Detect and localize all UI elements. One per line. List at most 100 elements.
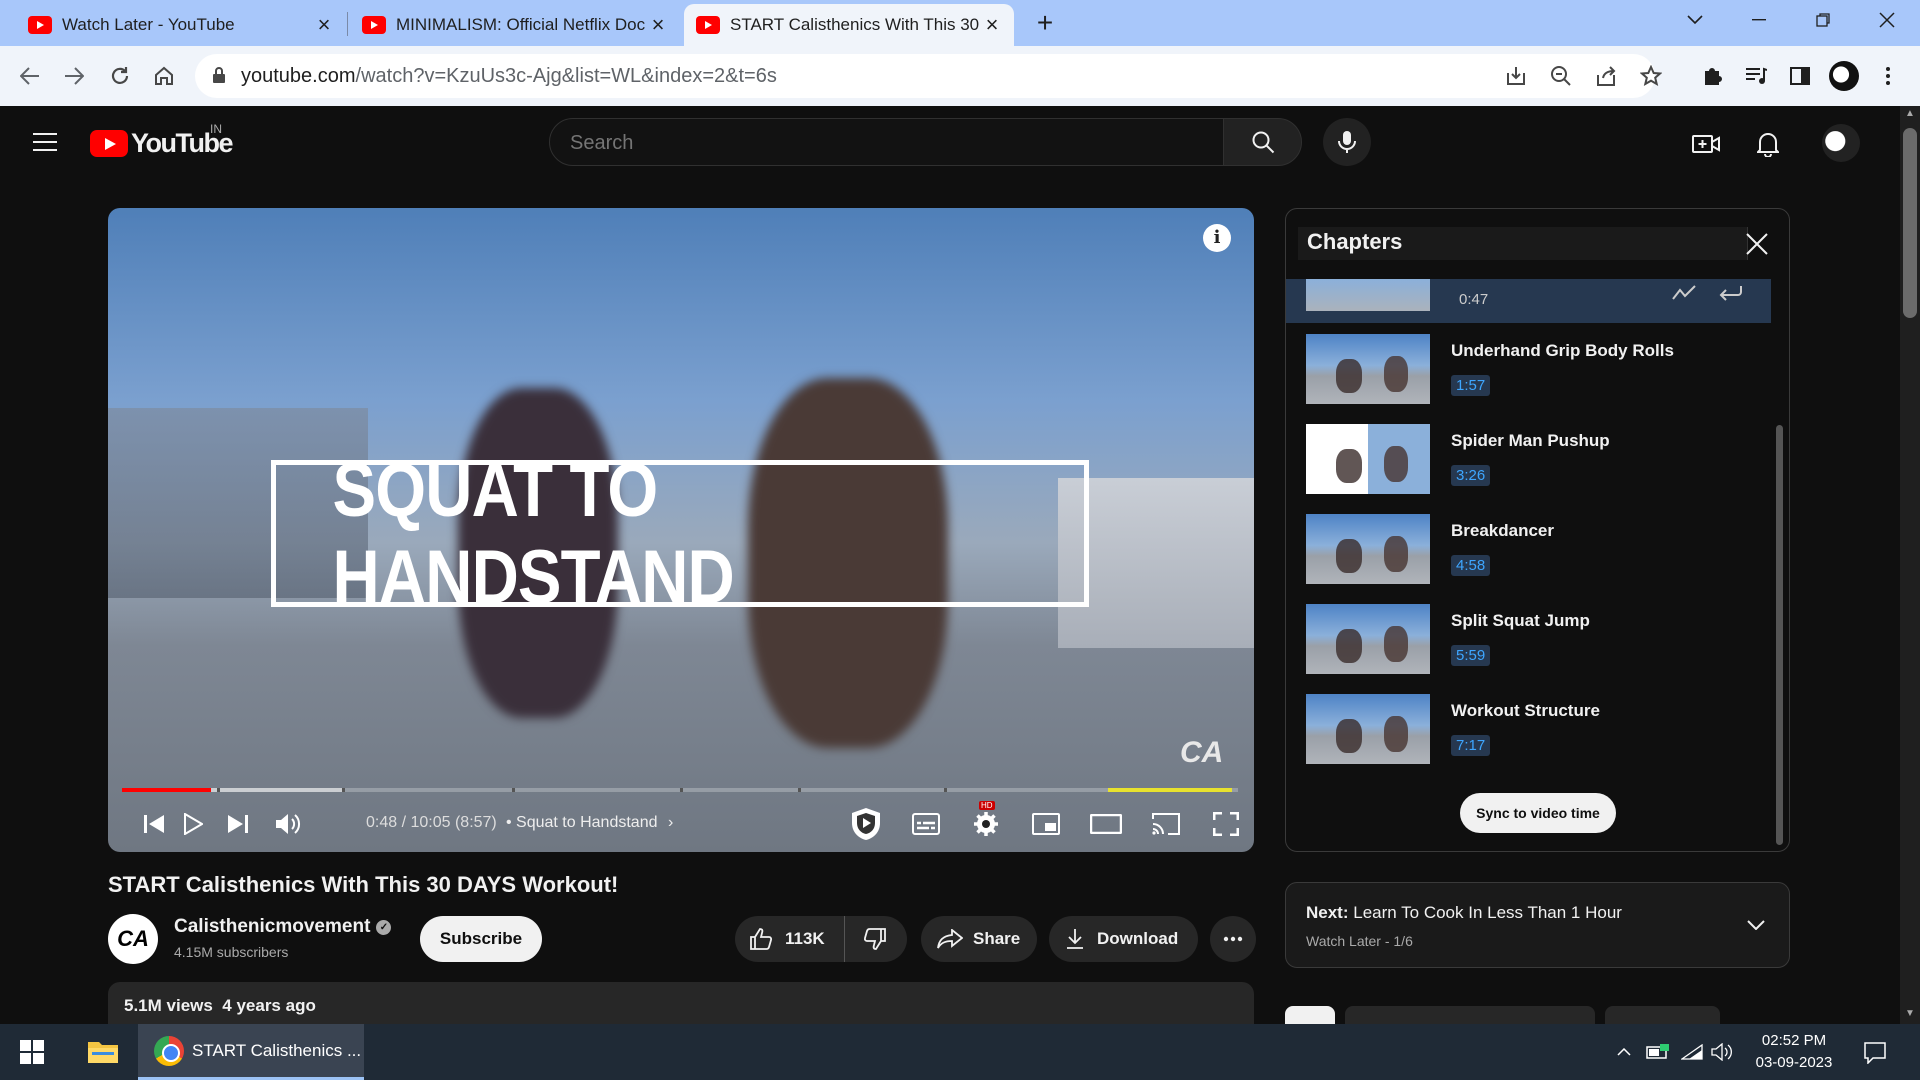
back-arrow-icon[interactable]: [14, 60, 46, 92]
video-title-overlay: SQUAT TO HANDSTAND: [271, 448, 1089, 620]
chevron-down-icon[interactable]: [1744, 913, 1768, 937]
theater-mode-icon[interactable]: [1086, 804, 1126, 844]
chapter-timestamp[interactable]: 4:58: [1451, 555, 1491, 576]
close-icon[interactable]: [1742, 229, 1772, 259]
browser-tab-minimalism[interactable]: MINIMALISM: Official Netflix Doc ×: [350, 4, 680, 46]
extensions-puzzle-icon[interactable]: [1696, 60, 1728, 92]
media-controls-icon[interactable]: [1740, 60, 1772, 92]
youtube-logo[interactable]: YouTube IN: [90, 122, 233, 159]
current-chapter-button[interactable]: • Squat to Handstand ›: [506, 814, 673, 832]
restore-window-icon[interactable]: [1800, 0, 1846, 40]
share-arrow-icon: [937, 929, 963, 949]
voice-search-button[interactable]: [1323, 118, 1371, 166]
like-button[interactable]: 113K: [735, 916, 845, 962]
forward-arrow-icon[interactable]: [58, 60, 90, 92]
chapter-item[interactable]: Workout Structure 7:17: [1286, 683, 1771, 773]
notifications-button[interactable]: [1752, 128, 1784, 160]
new-tab-button[interactable]: +: [1030, 8, 1060, 38]
taskbar-chrome-window[interactable]: START Calisthenics ...: [138, 1024, 364, 1080]
filter-chip[interactable]: [1345, 1006, 1595, 1024]
video-player[interactable]: SQUAT TO HANDSTAND i CA 0:48 / 10:05 (8:…: [108, 208, 1254, 852]
browser-tab-strip: Watch Later - YouTube × MINIMALISM: Offi…: [0, 0, 1920, 46]
chapter-item[interactable]: Breakdancer 4:58: [1286, 503, 1771, 593]
play-icon[interactable]: [173, 804, 213, 844]
chapter-item-active[interactable]: 0:47: [1286, 279, 1771, 323]
scroll-up-arrow-icon[interactable]: ▲: [1904, 108, 1916, 119]
profile-avatar-icon[interactable]: [1828, 60, 1860, 92]
sponsor-shield-icon[interactable]: [846, 804, 886, 844]
channel-name-link[interactable]: Calisthenicmovement ✓: [174, 916, 392, 938]
taskbar-clock[interactable]: 02:52 PM 03-09-2023: [1746, 1030, 1842, 1074]
volume-icon[interactable]: [268, 804, 308, 844]
address-bar[interactable]: youtube.com/watch?v=KzuUs3c-Ajg&list=WL&…: [195, 54, 1662, 98]
reload-icon[interactable]: [104, 60, 136, 92]
subtitles-icon[interactable]: [906, 804, 946, 844]
scrollbar-thumb[interactable]: [1903, 128, 1917, 318]
sync-to-video-time-button[interactable]: Sync to video time: [1460, 793, 1616, 833]
side-panel-icon[interactable]: [1784, 60, 1816, 92]
tab-search-chevron-icon[interactable]: [1672, 0, 1718, 40]
tab-close-icon[interactable]: ×: [314, 12, 334, 38]
filter-chip[interactable]: [1605, 1006, 1720, 1024]
dislike-button[interactable]: [845, 927, 905, 951]
share-button[interactable]: Share: [921, 916, 1037, 962]
tab-close-icon[interactable]: ×: [648, 12, 668, 38]
playlist-next-box[interactable]: Next: Learn To Cook In Less Than 1 Hour …: [1285, 882, 1790, 968]
lock-icon[interactable]: [213, 67, 225, 83]
chrome-menu-icon[interactable]: [1872, 60, 1904, 92]
minimize-window-icon[interactable]: [1736, 0, 1782, 40]
chapter-item[interactable]: Underhand Grip Body Rolls 1:57: [1286, 323, 1771, 413]
channel-watermark[interactable]: CA: [1180, 736, 1238, 772]
channel-avatar[interactable]: CA: [108, 914, 158, 964]
cast-icon[interactable]: [1146, 804, 1186, 844]
previous-video-icon[interactable]: [134, 804, 174, 844]
search-box[interactable]: [549, 118, 1224, 166]
page-scrollbar[interactable]: ▲ ▼: [1900, 106, 1920, 1024]
battery-charging-icon[interactable]: [1646, 1040, 1670, 1064]
chapters-scrollbar[interactable]: [1776, 425, 1783, 845]
zoom-icon[interactable]: [1550, 65, 1572, 87]
wifi-icon[interactable]: [1680, 1040, 1704, 1064]
chapter-timestamp[interactable]: 5:59: [1451, 645, 1491, 666]
tray-chevron-up-icon[interactable]: [1612, 1040, 1636, 1064]
fullscreen-icon[interactable]: [1206, 804, 1246, 844]
scroll-down-arrow-icon[interactable]: ▼: [1904, 1008, 1916, 1019]
chapter-timestamp[interactable]: 3:26: [1451, 465, 1491, 486]
progress-bar[interactable]: [122, 788, 1238, 792]
windows-start-icon[interactable]: [18, 1038, 46, 1066]
search-button[interactable]: [1223, 118, 1302, 166]
file-explorer-icon[interactable]: [86, 1036, 120, 1066]
more-actions-button[interactable]: [1210, 916, 1256, 962]
home-icon[interactable]: [148, 60, 180, 92]
filter-chip[interactable]: [1285, 1006, 1335, 1024]
tab-close-icon[interactable]: ×: [982, 12, 1002, 38]
info-icon[interactable]: i: [1203, 224, 1231, 252]
hamburger-menu-icon[interactable]: [30, 130, 60, 154]
create-video-button[interactable]: [1690, 128, 1722, 160]
share-page-icon[interactable]: [1595, 65, 1617, 87]
bookmark-star-icon[interactable]: [1640, 65, 1662, 87]
miniplayer-icon[interactable]: [1026, 804, 1066, 844]
account-avatar[interactable]: [1822, 124, 1860, 162]
volume-speaker-icon[interactable]: [1710, 1040, 1734, 1064]
chapter-loop-icon[interactable]: [1718, 283, 1744, 303]
chapter-item[interactable]: Split Squat Jump 5:59: [1286, 593, 1771, 683]
chapter-timestamp[interactable]: 1:57: [1451, 375, 1491, 396]
subscribe-button[interactable]: Subscribe: [420, 916, 542, 962]
tab-separator: [347, 12, 348, 36]
notification-center-icon[interactable]: [1862, 1040, 1888, 1066]
chapter-gap: [342, 788, 345, 792]
settings-gear-icon[interactable]: HD: [966, 801, 1006, 844]
close-window-icon[interactable]: [1864, 0, 1910, 40]
browser-tab-watch-later[interactable]: Watch Later - YouTube ×: [16, 4, 346, 46]
chapter-timestamp[interactable]: 7:17: [1451, 735, 1491, 756]
install-app-icon[interactable]: [1505, 65, 1527, 87]
chapter-trend-icon[interactable]: [1671, 283, 1697, 303]
description-box[interactable]: 5.1M views 4 years ago: [108, 982, 1254, 1024]
browser-tab-start-calisthenics[interactable]: START Calisthenics With This 30 D ×: [684, 4, 1014, 46]
video-title: START Calisthenics With This 30 DAYS Wor…: [108, 872, 619, 897]
download-button[interactable]: Download: [1049, 916, 1198, 962]
chapter-item[interactable]: Spider Man Pushup 3:26: [1286, 413, 1771, 503]
next-video-icon[interactable]: [218, 804, 258, 844]
search-input[interactable]: [570, 129, 1170, 157]
